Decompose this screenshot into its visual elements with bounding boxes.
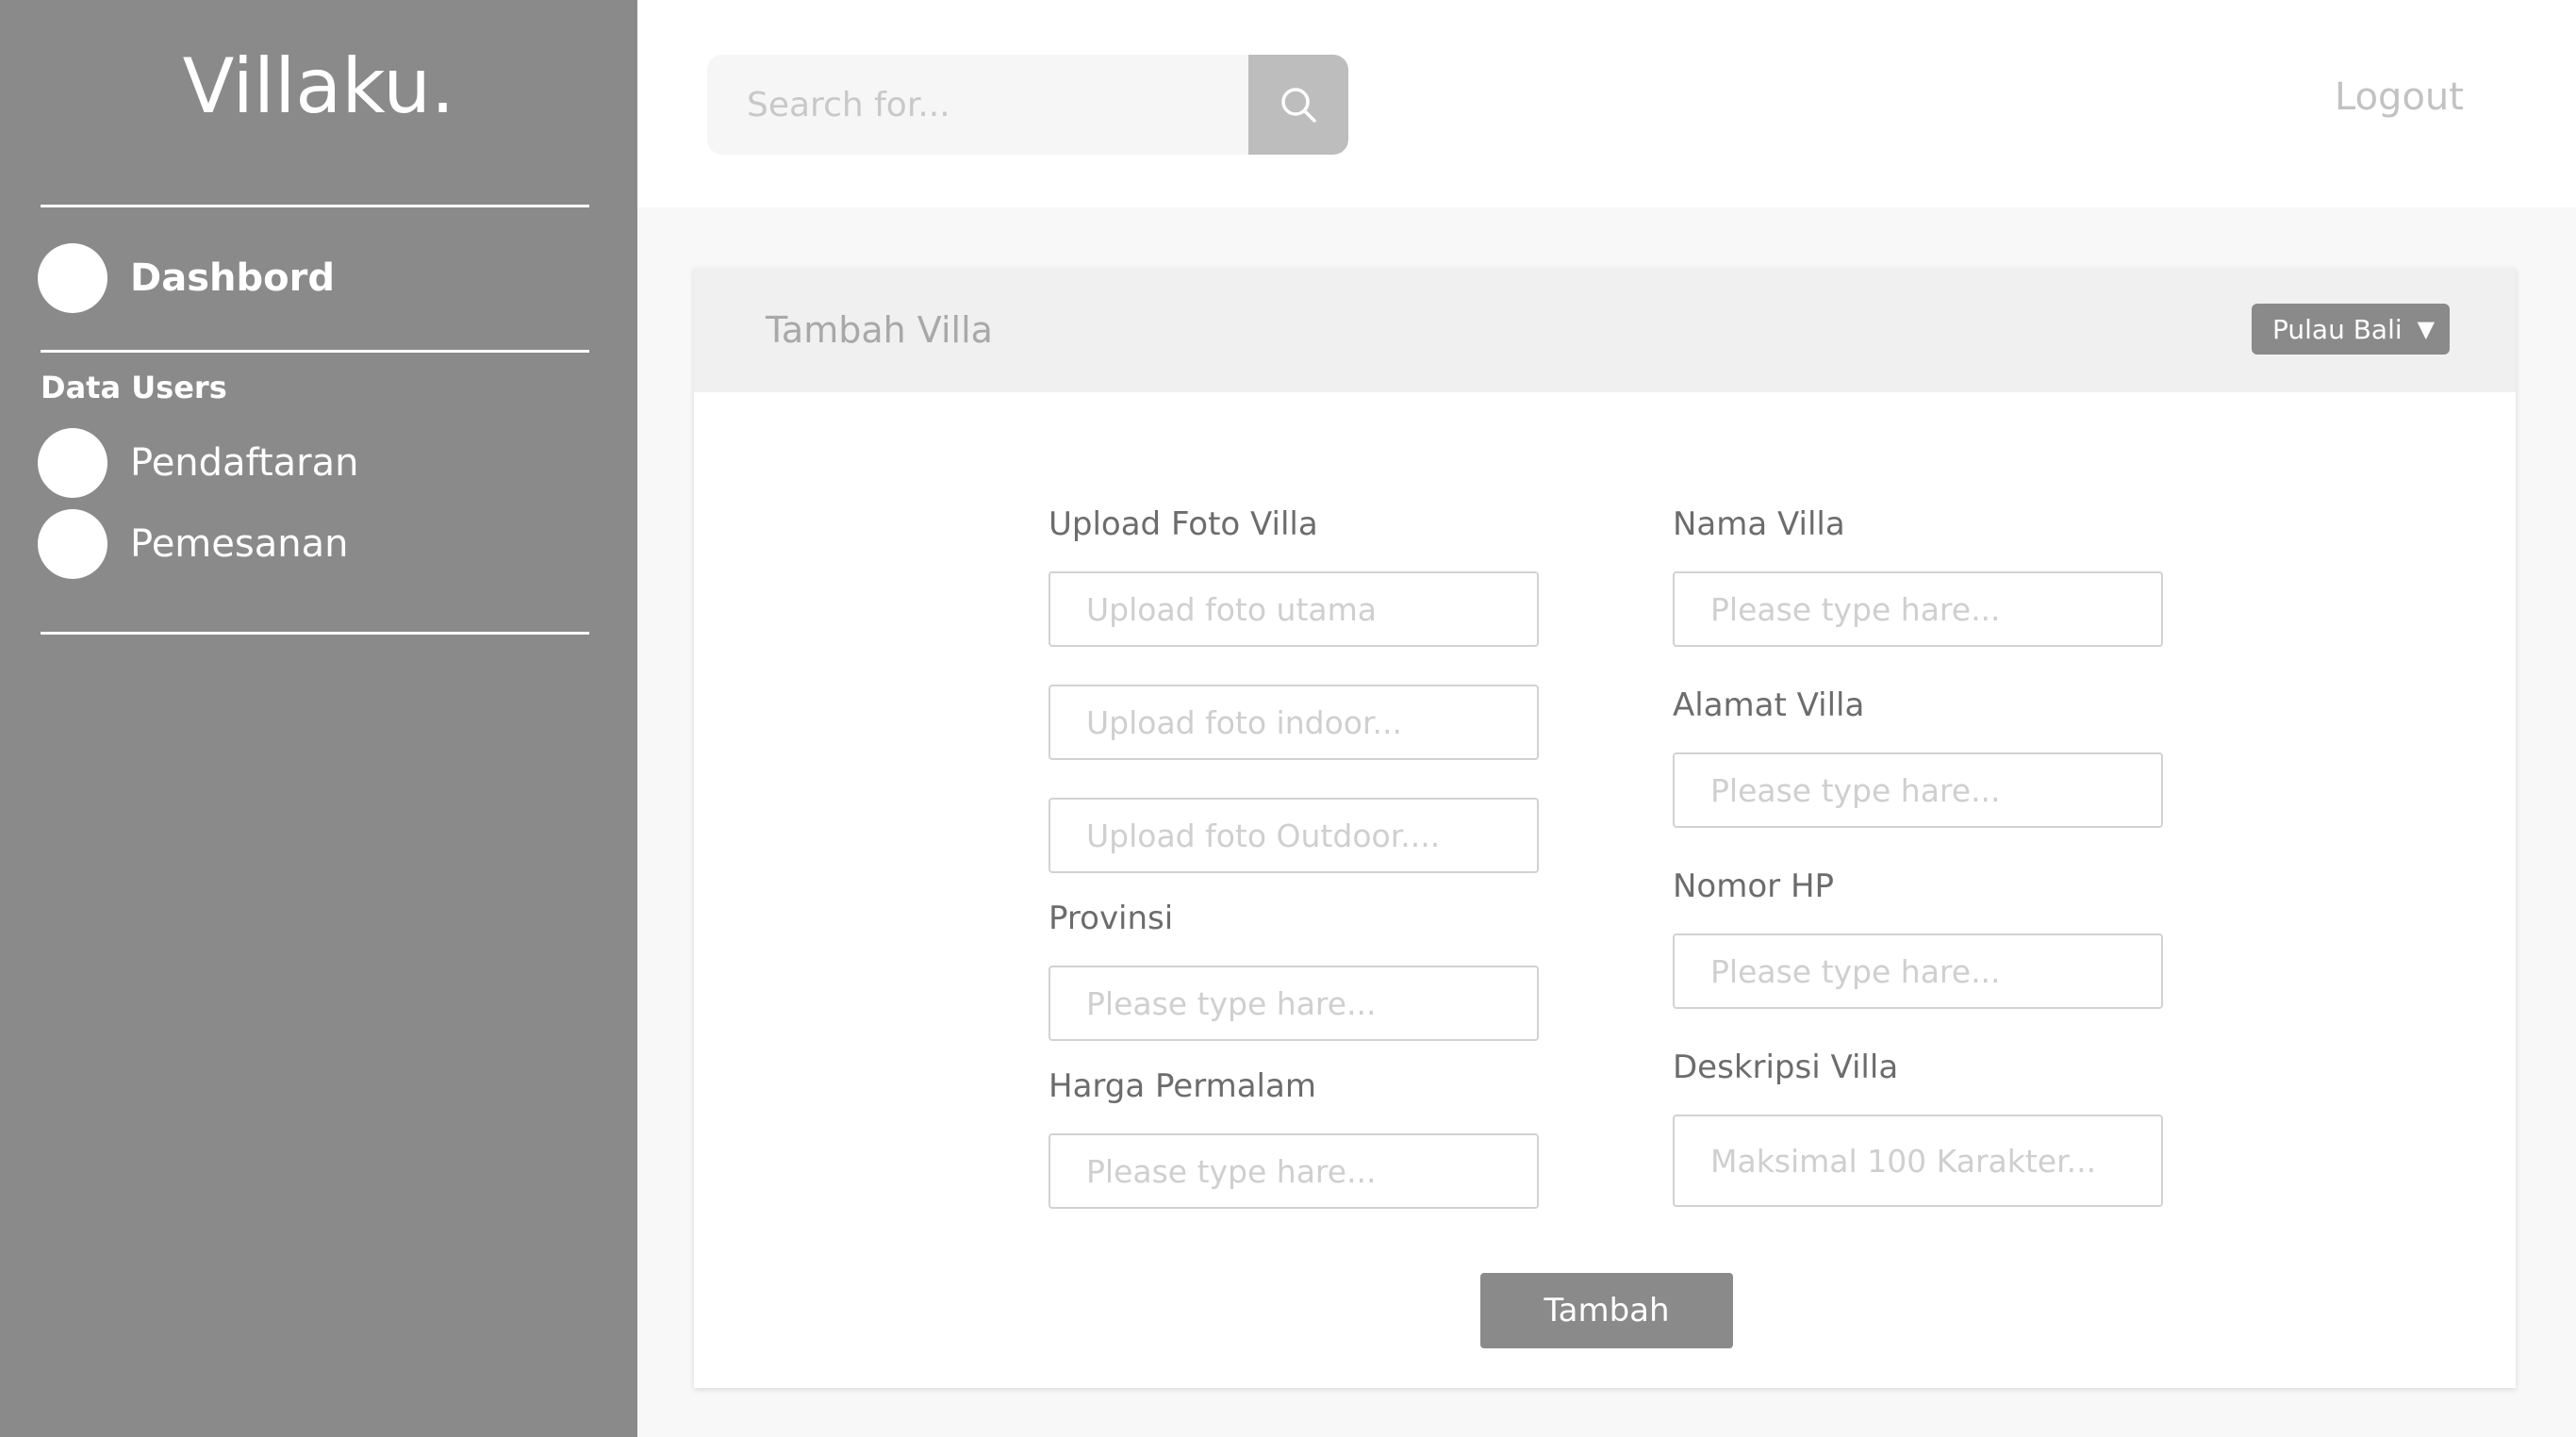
upload-main-photo-input[interactable]	[1049, 571, 1539, 647]
sidebar-divider	[41, 350, 589, 353]
section-heading-data-users: Data Users	[41, 370, 227, 405]
caret-down-icon: ▼	[2417, 316, 2436, 342]
sidebar-divider	[41, 632, 589, 635]
pemesanan-icon	[38, 509, 107, 579]
villa-description-textarea[interactable]	[1673, 1115, 2163, 1207]
pendaftaran-icon	[38, 428, 107, 498]
region-dropdown[interactable]: Pulau Bali ▼	[2252, 304, 2450, 355]
search-bar	[707, 55, 1348, 155]
phone-number-label: Nomor HP	[1673, 867, 1835, 905]
dashboard-icon	[38, 243, 107, 313]
villa-name-input[interactable]	[1673, 571, 2163, 647]
province-input[interactable]	[1049, 966, 1539, 1041]
sidebar-divider	[41, 205, 589, 207]
search-button[interactable]	[1248, 55, 1348, 155]
card-header: Tambah Villa Pulau Bali ▼	[694, 268, 2516, 392]
sidebar-item-label: Pendaftaran	[130, 441, 359, 485]
card-title: Tambah Villa	[766, 309, 993, 351]
sidebar-item-dashboard[interactable]: Dashbord	[38, 243, 335, 313]
province-label: Provinsi	[1049, 900, 1174, 937]
search-input[interactable]	[707, 55, 1250, 155]
brand-logo: Villaku.	[182, 42, 455, 130]
search-icon	[1281, 88, 1316, 123]
add-villa-button[interactable]: Tambah	[1480, 1273, 1733, 1348]
sidebar-item-pemesanan[interactable]: Pemesanan	[38, 509, 348, 579]
upload-photo-label: Upload Foto Villa	[1049, 505, 1318, 543]
logout-link[interactable]: Logout	[2335, 75, 2464, 119]
sidebar-item-label: Dashbord	[130, 256, 335, 300]
phone-number-input[interactable]	[1673, 933, 2163, 1009]
villa-description-label: Deskripsi Villa	[1673, 1049, 1899, 1086]
villa-name-label: Nama Villa	[1673, 505, 1845, 543]
villa-address-input[interactable]	[1673, 752, 2163, 828]
sidebar: Villaku. Dashbord Data Users Pendaftaran…	[0, 0, 637, 1437]
sidebar-item-label: Pemesanan	[130, 522, 349, 566]
upload-outdoor-photo-input[interactable]	[1049, 798, 1539, 873]
villa-address-label: Alamat Villa	[1673, 686, 1865, 724]
region-dropdown-value: Pulau Bali	[2272, 313, 2403, 345]
upload-indoor-photo-input[interactable]	[1049, 685, 1539, 760]
add-villa-card: Tambah Villa Pulau Bali ▼ Upload Foto Vi…	[694, 268, 2516, 1388]
price-per-night-input[interactable]	[1049, 1133, 1539, 1209]
sidebar-item-pendaftaran[interactable]: Pendaftaran	[38, 428, 358, 498]
price-per-night-label: Harga Permalam	[1049, 1067, 1316, 1105]
